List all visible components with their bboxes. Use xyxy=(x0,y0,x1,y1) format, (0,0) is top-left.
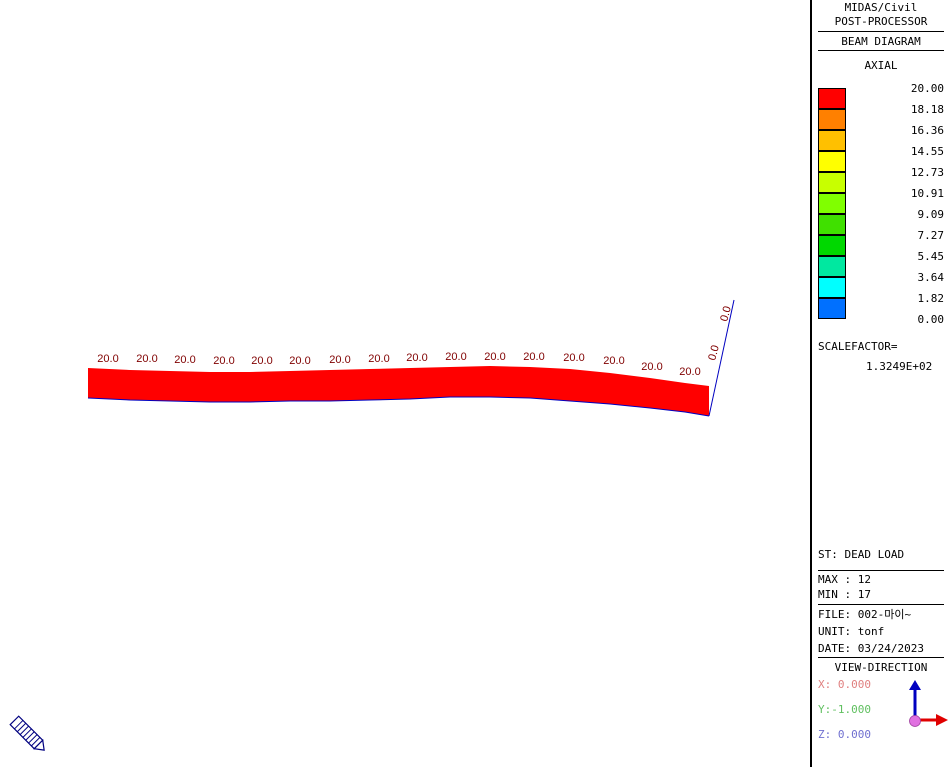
legend-swatch xyxy=(818,277,846,298)
beam-diagram-canvas: 20.0 20.0 20.0 20.0 20.0 20.0 20.0 20.0 20.0 20.0… xyxy=(9,299,735,754)
legend-value: 5.45 xyxy=(917,250,945,263)
view-direction-y: Y:-1.000 xyxy=(818,703,871,716)
divider-line xyxy=(818,657,944,658)
legend-swatch xyxy=(818,88,846,109)
legend-value: 7.27 xyxy=(917,229,945,242)
legend-swatch xyxy=(818,235,846,256)
divider-line xyxy=(818,31,944,32)
legend-value: 18.18 xyxy=(910,103,944,116)
legend-value: 10.91 xyxy=(910,187,944,200)
legend-swatch xyxy=(818,256,846,277)
scalefactor-value: 1.3249E+02 xyxy=(866,360,933,373)
scalefactor-label: SCALEFACTOR= xyxy=(818,340,898,353)
pier-value-label: 0.0 xyxy=(706,344,722,362)
beam-value-label: 20.0 xyxy=(251,355,272,367)
legend-value: 9.09 xyxy=(917,208,945,221)
unit-label: UNIT: tonf xyxy=(818,625,885,638)
view-direction-title: VIEW-DIRECTION xyxy=(834,661,928,674)
pencil-icon[interactable] xyxy=(9,715,48,754)
legend-swatch xyxy=(818,109,846,130)
legend-swatch xyxy=(818,151,846,172)
beam-value-label: 20.0 xyxy=(603,355,624,367)
date-label: DATE: 03/24/2023 xyxy=(818,642,924,655)
model-viewport[interactable]: 20.0 20.0 20.0 20.0 20.0 20.0 20.0 20.0 20.0 20.0… xyxy=(0,0,811,767)
axis-triad-icon xyxy=(909,680,948,727)
legend-swatch xyxy=(818,214,846,235)
legend-value: 16.36 xyxy=(910,124,944,137)
divider-line xyxy=(818,604,944,605)
view-direction-x: X: 0.000 xyxy=(818,678,871,691)
axial-force-band xyxy=(88,366,709,416)
max-element: MAX : 12 xyxy=(818,573,871,586)
pier-value-label: 0.0 xyxy=(718,305,734,323)
beam-value-label: 20.0 xyxy=(563,352,584,364)
pier-value-labels: 0.0 0.0 xyxy=(706,305,734,362)
beam-value-label: 20.0 xyxy=(406,352,427,364)
legend-panel: MIDAS/Civil POST-PROCESSOR BEAM DIAGRAM … xyxy=(812,0,951,767)
app-name: MIDAS/Civil xyxy=(844,1,918,14)
beam-value-label: 20.0 xyxy=(641,361,662,373)
legend-value: 0.00 xyxy=(917,313,945,326)
beam-value-label: 20.0 xyxy=(97,353,118,365)
beam-value-label: 20.0 xyxy=(289,355,310,367)
diagram-type: BEAM DIAGRAM xyxy=(841,35,921,48)
legend-value: 1.82 xyxy=(917,292,945,305)
legend-value: 14.55 xyxy=(910,145,944,158)
beam-value-label: 20.0 xyxy=(213,355,234,367)
beam-value-label: 20.0 xyxy=(484,351,505,363)
legend-value: 20.00 xyxy=(910,82,944,95)
legend-swatch xyxy=(818,130,846,151)
beam-value-label: 20.0 xyxy=(174,354,195,366)
divider-line xyxy=(818,50,944,51)
file-name: FILE: 002-마이~ xyxy=(818,608,912,621)
beam-value-label: 20.0 xyxy=(136,353,157,365)
module-name: POST-PROCESSOR xyxy=(834,15,928,28)
beam-value-label: 20.0 xyxy=(368,353,389,365)
legend-swatch xyxy=(818,298,846,319)
min-element: MIN : 17 xyxy=(818,588,871,601)
beam-value-label: 20.0 xyxy=(523,351,544,363)
view-direction-z: Z: 0.000 xyxy=(818,728,871,741)
beam-value-label: 20.0 xyxy=(679,366,700,378)
legend-swatch xyxy=(818,193,846,214)
component-label: AXIAL xyxy=(864,59,898,72)
legend-value: 12.73 xyxy=(910,166,944,179)
divider-line xyxy=(818,570,944,571)
legend-value: 3.64 xyxy=(917,271,945,284)
beam-value-label: 20.0 xyxy=(445,351,466,363)
beam-value-label: 20.0 xyxy=(329,354,350,366)
load-case: ST: DEAD LOAD xyxy=(818,548,905,561)
legend-swatch xyxy=(818,172,846,193)
